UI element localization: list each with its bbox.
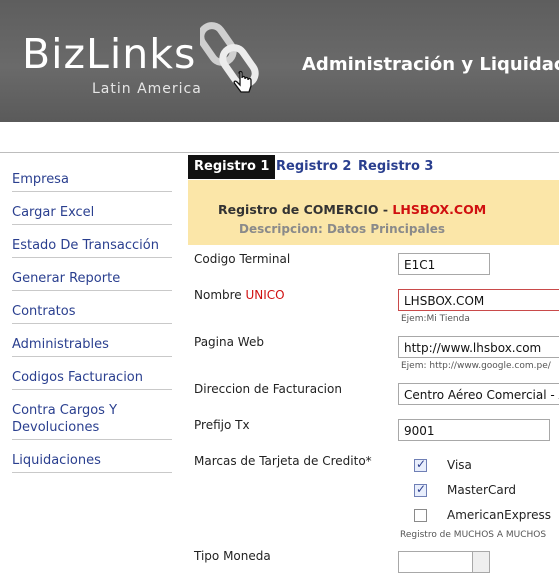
tipo-moneda-label: Tipo Moneda xyxy=(194,549,271,563)
tab-registro-2[interactable]: Registro 2 xyxy=(270,155,357,179)
sidebar-item-codigos-facturacion[interactable]: Codigos Facturacion xyxy=(12,369,172,390)
sidebar-item-estado-transaccion[interactable]: Estado De Transacción xyxy=(12,237,172,258)
sidebar-item-generar-reporte[interactable]: Generar Reporte xyxy=(12,270,172,291)
sidebar-item-cargar-excel[interactable]: Cargar Excel xyxy=(12,204,172,225)
tab-registro-3[interactable]: Registro 3 xyxy=(352,155,439,179)
sidebar-item-liquidaciones[interactable]: Liquidaciones xyxy=(12,452,172,473)
sidebar-item-contra-cargos[interactable]: Contra Cargos Y Devoluciones xyxy=(12,402,172,440)
nombre-required-marker: UNICO xyxy=(245,288,285,302)
app-header: BizLinks Latin America Administración y … xyxy=(0,0,559,122)
marcas-label: Marcas de Tarjeta de Credito* xyxy=(194,454,372,468)
brand-logo: BizLinks xyxy=(22,30,197,78)
tipo-moneda-select[interactable] xyxy=(398,551,490,573)
marcas-hint: Registro de MUCHOS A MUCHOS xyxy=(400,530,547,540)
pagina-web-input[interactable]: http://www.lhsbox.com xyxy=(398,336,559,358)
app-title: Administración y Liquidac xyxy=(302,54,559,75)
codigo-terminal-label: Codigo Terminal xyxy=(194,252,291,266)
nombre-hint: Ejem:Mi Tienda xyxy=(401,314,470,324)
tab-registro-1[interactable]: Registro 1 xyxy=(188,155,276,179)
chain-link-icon xyxy=(200,22,259,93)
hand-cursor-icon xyxy=(233,70,252,93)
direccion-select[interactable]: Centro Aéreo Comercial - A xyxy=(398,383,559,405)
form-banner: Registro de COMERCIO - LHSBOX.COM Descri… xyxy=(188,180,559,245)
americanexpress-label: AmericanExpress xyxy=(447,508,551,522)
pagina-web-label: Pagina Web xyxy=(194,335,264,349)
sidebar-item-administrables[interactable]: Administrables xyxy=(12,336,172,357)
banner-subtitle: Descripcion: Datos Principales xyxy=(239,222,446,236)
direccion-label: Direccion de Facturacion xyxy=(194,382,342,396)
codigo-terminal-input[interactable]: E1C1 xyxy=(398,253,490,275)
nombre-label-text: Nombre xyxy=(194,288,246,302)
chevron-down-icon xyxy=(472,552,489,572)
banner-title: Registro de COMERCIO - LHSBOX.COM xyxy=(218,202,486,217)
pagina-web-hint: Ejem: http://www.google.com.pe/ xyxy=(401,361,551,371)
banner-merchant-name: LHSBOX.COM xyxy=(392,202,487,217)
prefijo-label: Prefijo Tx xyxy=(194,418,250,432)
sidebar-nav: Empresa Cargar Excel Estado De Transacci… xyxy=(0,153,188,559)
visa-label: Visa xyxy=(447,458,472,472)
brand-subtitle: Latin America xyxy=(92,81,202,97)
sidebar-item-contratos[interactable]: Contratos xyxy=(12,303,172,324)
nombre-input[interactable]: LHSBOX.COM xyxy=(398,289,559,311)
mastercard-label: MasterCard xyxy=(447,483,517,497)
sidebar-item-empresa[interactable]: Empresa xyxy=(12,171,172,192)
visa-checkbox[interactable] xyxy=(414,457,427,472)
banner-title-prefix: Registro de COMERCIO - xyxy=(218,202,393,217)
prefijo-input[interactable]: 9001 xyxy=(398,419,550,441)
mastercard-checkbox[interactable] xyxy=(414,482,427,497)
header-subbar xyxy=(0,122,559,153)
americanexpress-checkbox[interactable] xyxy=(414,509,427,522)
nombre-label: Nombre UNICO xyxy=(194,288,285,302)
